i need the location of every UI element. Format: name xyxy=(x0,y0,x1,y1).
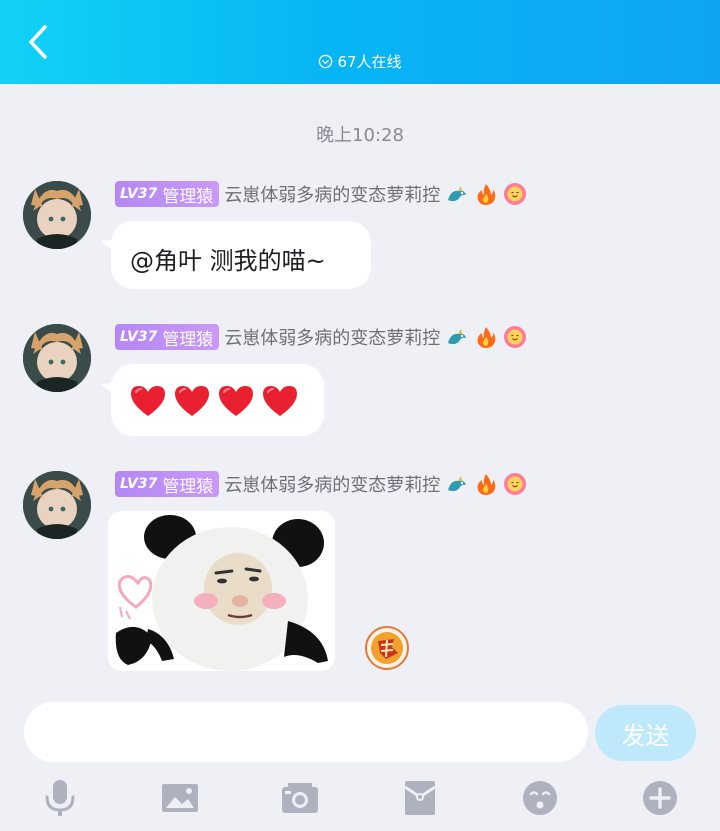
microphone-icon xyxy=(45,780,75,816)
avatar-image xyxy=(23,471,91,539)
emoji-icon xyxy=(523,781,557,815)
avatar-image xyxy=(23,324,91,392)
online-count-label: 67人在线 xyxy=(337,53,402,71)
dragon-icon xyxy=(448,329,467,345)
sender-info: LV37 管理猿 云崽体弱多病的变态萝莉控 xyxy=(115,180,527,208)
fire-icon xyxy=(477,474,496,495)
level-badge: LV37 管理猿 xyxy=(115,324,220,350)
fire-icon xyxy=(477,327,496,348)
avatar[interactable] xyxy=(23,181,91,249)
sticker-image[interactable] xyxy=(108,511,335,671)
member-title: 管理猿 xyxy=(162,329,214,350)
level-badge: LV37 管理猿 xyxy=(115,471,220,497)
reaction-icon[interactable] xyxy=(364,625,410,671)
level-label: LV37 xyxy=(120,476,158,492)
member-title: 管理猿 xyxy=(162,186,214,207)
level-label: LV37 xyxy=(120,186,158,202)
send-button[interactable]: 发送 xyxy=(595,705,696,761)
message-bubble[interactable]: ❤ ❤ ❤ ❤ xyxy=(111,364,324,436)
dragon-icon xyxy=(448,186,467,202)
online-count[interactable]: 67人在线 xyxy=(0,51,720,72)
message-text: @角叶 测我的喵~ xyxy=(130,247,326,275)
dragon-icon xyxy=(448,476,467,492)
avatar[interactable] xyxy=(23,471,91,539)
flower-smile-icon xyxy=(504,473,527,495)
avatar-image xyxy=(23,181,91,249)
message-input[interactable] xyxy=(24,702,588,762)
panda-meme-sticker xyxy=(108,511,335,671)
heart-icon: ❤ xyxy=(175,386,209,416)
level-label: LV37 xyxy=(120,329,158,345)
sender-name[interactable]: 云崽体弱多病的变态萝莉控 xyxy=(224,324,440,350)
sender-name[interactable]: 云崽体弱多病的变态萝莉控 xyxy=(224,181,440,207)
heart-icon: ❤ xyxy=(131,386,165,416)
fire-icon xyxy=(477,184,496,205)
plus-icon xyxy=(643,781,677,815)
heart-icon: ❤ xyxy=(219,386,253,416)
image-icon xyxy=(162,784,198,812)
hearts-row: ❤ ❤ ❤ ❤ xyxy=(111,364,324,418)
voice-button[interactable] xyxy=(40,778,80,818)
emoji-button[interactable] xyxy=(520,778,560,818)
level-badge: LV37 管理猿 xyxy=(115,181,220,207)
sender-info: LV37 管理猿 云崽体弱多病的变态萝莉控 xyxy=(115,323,527,351)
flower-smile-icon xyxy=(504,326,527,348)
member-title: 管理猿 xyxy=(162,476,214,497)
camera-button[interactable] xyxy=(280,778,320,818)
sender-name[interactable]: 云崽体弱多病的变态萝莉控 xyxy=(224,471,440,497)
sender-info: LV37 管理猿 云崽体弱多病的变态萝莉控 xyxy=(115,470,527,498)
message-timestamp: 晚上10:28 xyxy=(316,125,404,146)
flower-smile-icon xyxy=(504,183,527,205)
input-toolbar xyxy=(0,770,720,831)
message-bubble[interactable]: @角叶 测我的喵~ xyxy=(111,221,371,289)
red-packet-button[interactable] xyxy=(400,778,440,818)
red-packet-icon xyxy=(404,781,436,815)
heart-icon: ❤ xyxy=(263,386,297,416)
chevron-down-circle-icon xyxy=(319,54,333,69)
more-button[interactable] xyxy=(640,778,680,818)
chat-header: 67人在线 xyxy=(0,0,720,84)
image-button[interactable] xyxy=(160,778,200,818)
camera-icon xyxy=(282,783,318,813)
avatar[interactable] xyxy=(23,324,91,392)
